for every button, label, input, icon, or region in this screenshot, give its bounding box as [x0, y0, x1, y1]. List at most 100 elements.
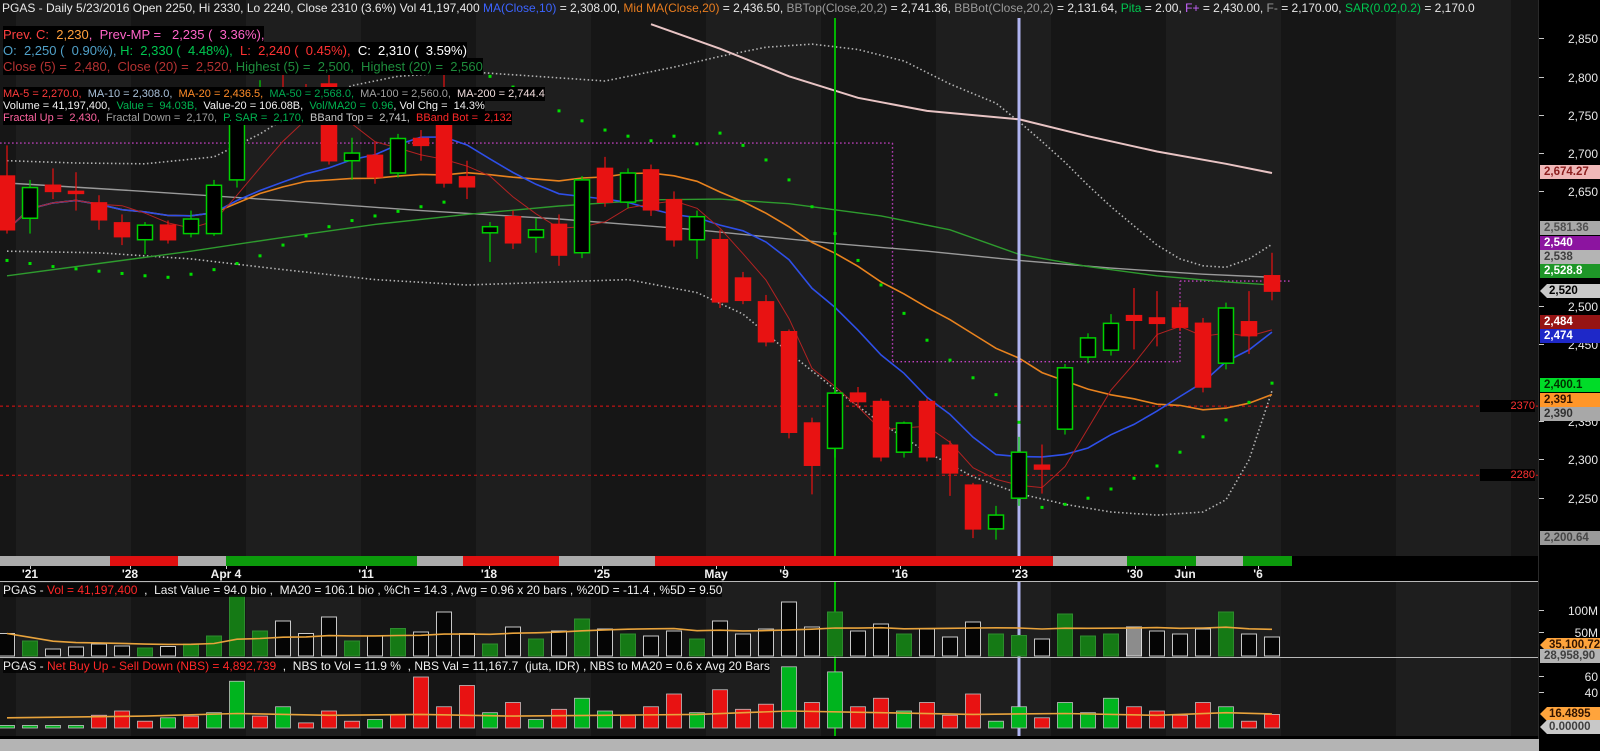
volume-bar	[1011, 635, 1027, 657]
axis-value-badge: 28,958,90	[1540, 649, 1600, 663]
volume-bar	[1080, 635, 1096, 657]
candle-down	[1194, 322, 1212, 388]
nbs-bar	[758, 703, 774, 729]
title-segment: PGAS - Daily 5/23/2016 Open 2250, Hi 233…	[2, 1, 483, 15]
candle-down	[642, 169, 660, 211]
volume-bar	[183, 643, 199, 657]
candle-down	[458, 176, 476, 188]
sar-dot	[856, 258, 860, 262]
nbs-bar	[620, 714, 636, 729]
axis-tick-label: 100M	[1567, 604, 1598, 618]
date-label: May	[704, 567, 728, 581]
volume-bar	[1264, 636, 1280, 657]
sar-dot	[1040, 505, 1044, 509]
volume-bar	[942, 636, 958, 657]
price-axis-area[interactable]: 2,850 2,800 2,750 2,700 2,650 2,500 2,450 2,350…	[1538, 0, 1600, 751]
date-label: '25	[593, 567, 611, 581]
candle-down	[964, 484, 982, 530]
candle-up	[136, 224, 154, 241]
sar-dot	[1063, 502, 1067, 506]
candle-down	[1033, 464, 1051, 470]
sar-dot	[5, 258, 9, 262]
volume-bar	[804, 626, 820, 657]
legend-segment: Fractal Up = 2,430,	[3, 111, 103, 125]
title-segment: F-	[1266, 1, 1278, 15]
nbs-bar	[1011, 706, 1027, 729]
week-stripe	[476, 0, 591, 556]
nbs-bar	[436, 706, 452, 729]
volume-bar	[919, 628, 935, 657]
nbs-bar	[666, 693, 682, 729]
nbs-bar	[1126, 706, 1142, 729]
nbs-bar	[137, 720, 153, 729]
sar-dot	[189, 272, 193, 276]
sar-dot	[51, 265, 55, 269]
legend-row-3: Close (5) = 2,480, Close (20) = 2,520, H…	[3, 58, 483, 75]
date-label: '23	[1011, 567, 1029, 581]
volume-bar	[68, 646, 84, 657]
nbs-bar	[597, 710, 613, 729]
candle-up	[619, 172, 637, 203]
volume-bar	[1149, 630, 1165, 657]
candle-down	[596, 167, 614, 203]
axis-tick-label: 2,500	[1567, 300, 1598, 314]
nbs-bar	[298, 722, 314, 729]
sar-dot	[1017, 420, 1021, 424]
sar-dot	[350, 219, 354, 223]
sar-dot	[925, 338, 929, 342]
axis-value-badge: 2,391	[1540, 393, 1600, 407]
legend-segment: L: 2,240 ( 0.45%),	[240, 42, 358, 59]
sar-dot	[28, 261, 32, 265]
chart-application-window: PGAS - Daily 5/23/2016 Open 2250, Hi 233…	[0, 0, 1600, 751]
title-segment: Pita	[1120, 1, 1142, 15]
sar-dot	[580, 119, 584, 123]
volume-bar	[1126, 626, 1142, 657]
axis-value-badge: 2,200.64	[1540, 531, 1600, 545]
nbs-bar	[712, 689, 728, 729]
volume-bar	[22, 640, 38, 657]
candle-down	[734, 277, 752, 302]
legend-segment: Prev. C:	[3, 26, 49, 43]
axis-value-badge: 2,540	[1540, 236, 1600, 250]
ribbon-segment	[1053, 556, 1127, 566]
sar-dot	[718, 131, 722, 135]
legend-segment: P. SAR = 2,170,	[220, 111, 307, 125]
volume-bar	[459, 633, 475, 657]
volume-bar	[1103, 633, 1119, 657]
legend-segment: Fractal Down = 2,170,	[102, 111, 221, 125]
main-price-chart[interactable]	[0, 0, 1538, 556]
ribbon-segment	[0, 556, 110, 566]
date-axis[interactable]: '21 '28 Apr 4 '11 '18 '25 May '9 '16 '23 '30 Jun '6	[0, 566, 1538, 581]
date-label: '6	[1253, 567, 1263, 581]
candle-down	[1171, 307, 1189, 328]
nbs-bar	[942, 714, 958, 729]
candle-up	[205, 184, 223, 235]
candle-down	[918, 400, 936, 458]
legend-segment: C: 2,310 ( 3.59%)	[357, 42, 467, 59]
candle-up	[1056, 367, 1074, 430]
sar-dot	[212, 268, 216, 272]
ribbon-segment	[1127, 556, 1196, 566]
sar-dot	[1109, 487, 1113, 491]
candle-down	[550, 223, 568, 256]
title-segment: = 2,436.50,	[719, 1, 787, 15]
date-label: '18	[480, 567, 498, 581]
volume-bar	[735, 633, 751, 657]
legend-row-6: Fractal Up = 2,430, Fractal Down = 2,170…	[3, 111, 512, 125]
sar-dot	[971, 376, 975, 380]
sar-dot	[879, 283, 883, 287]
candle-down	[67, 190, 85, 195]
date-label: '16	[891, 567, 909, 581]
sar-dot	[1132, 476, 1136, 480]
sar-dot	[235, 261, 239, 265]
volume-panel-header: PGAS - Vol = 41,197,400 , Last Value = 9…	[3, 583, 723, 597]
candle-down	[872, 400, 890, 458]
title-segment: = 2,170.0	[1420, 1, 1475, 15]
candle-down	[1148, 317, 1166, 325]
volume-bar	[666, 630, 682, 657]
axis-value-badge: 2,528.8	[1540, 264, 1600, 278]
nbs-bar	[413, 676, 429, 729]
nbs-bar	[643, 706, 659, 729]
candle-down	[0, 175, 16, 231]
horizontal-scrollbar[interactable]	[0, 739, 1539, 751]
